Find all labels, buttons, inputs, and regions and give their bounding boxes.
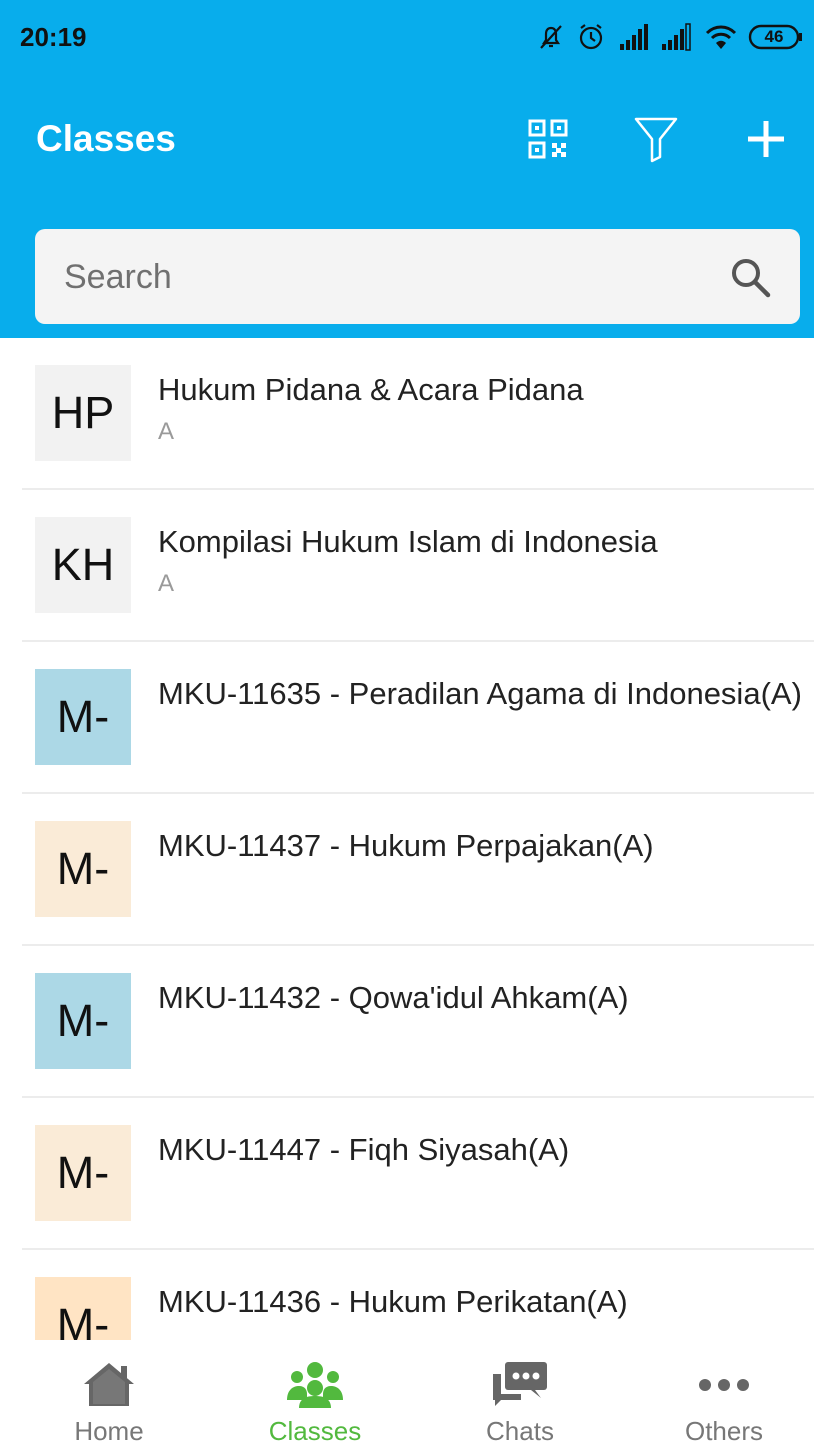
- class-avatar: HP: [35, 365, 131, 461]
- search-icon[interactable]: [728, 255, 772, 299]
- class-row[interactable]: M- MKU-11437 - Hukum Perpajakan(A): [0, 794, 814, 946]
- signal-icon: [620, 24, 648, 50]
- battery-level: 46: [764, 27, 784, 46]
- signal-2-icon: [662, 23, 691, 51]
- tab-classes[interactable]: Classes: [213, 1340, 417, 1446]
- class-title: Kompilasi Hukum Islam di Indonesia: [158, 524, 658, 559]
- search-input[interactable]: [62, 249, 706, 305]
- status-icons: 46: [536, 22, 806, 52]
- qr-code-icon[interactable]: [524, 115, 572, 163]
- class-title: MKU-11436 - Hukum Perikatan(A): [158, 1284, 628, 1319]
- class-avatar: KH: [35, 517, 131, 613]
- class-row[interactable]: KH Kompilasi Hukum Islam di Indonesia A: [0, 490, 814, 642]
- tab-chats[interactable]: Chats: [418, 1340, 622, 1446]
- class-title: MKU-11447 - Fiqh Siyasah(A): [158, 1132, 570, 1167]
- wifi-icon: [705, 25, 737, 49]
- tab-others[interactable]: Others: [622, 1340, 814, 1446]
- tab-home[interactable]: Home: [7, 1340, 211, 1446]
- classes-icon: [287, 1362, 343, 1408]
- notifications-off-icon: [540, 25, 562, 49]
- bottom-tab-bar: Home Classes Chats Others: [0, 1340, 814, 1446]
- app-header: 20:19 46 Classes Search: [0, 0, 814, 338]
- alarm-icon: [579, 24, 603, 50]
- class-avatar: M-: [35, 973, 131, 1069]
- status-time: 20:19: [20, 22, 87, 52]
- class-title: MKU-11437 - Hukum Perpajakan(A): [158, 828, 654, 863]
- status-bar: 20:19 46: [0, 0, 814, 76]
- search-bar: [35, 229, 800, 324]
- tab-classes-label: Classes: [268, 1416, 362, 1446]
- add-class-icon[interactable]: [742, 115, 790, 163]
- class-row[interactable]: HP Hukum Pidana & Acara Pidana A: [0, 338, 814, 490]
- class-title: MKU-11432 - Qowa'idul Ahkam(A): [158, 980, 629, 1015]
- class-row[interactable]: M- MKU-11635 - Peradilan Agama di Indone…: [0, 642, 814, 794]
- more-icon: [699, 1379, 749, 1391]
- tab-chats-label: Chats: [486, 1416, 554, 1446]
- home-icon: [84, 1363, 134, 1406]
- class-row[interactable]: M- MKU-11432 - Qowa'idul Ahkam(A): [0, 946, 814, 1098]
- chats-icon: [493, 1362, 547, 1406]
- class-section: A: [158, 418, 175, 445]
- class-avatar: M-: [35, 1277, 131, 1340]
- tab-others-label: Others: [684, 1416, 764, 1446]
- class-section: A: [158, 570, 175, 597]
- page-title: Classes: [36, 118, 176, 159]
- filter-icon[interactable]: [632, 115, 680, 163]
- class-title: MKU-11635 - Peradilan Agama di Indonesia…: [158, 676, 802, 711]
- class-list: HP Hukum Pidana & Acara Pidana A KH Komp…: [0, 338, 814, 1340]
- class-avatar: M-: [35, 669, 131, 765]
- tab-home-label: Home: [74, 1416, 144, 1446]
- class-row[interactable]: M- MKU-11447 - Fiqh Siyasah(A): [0, 1098, 814, 1250]
- class-avatar: M-: [35, 1125, 131, 1221]
- class-title: Hukum Pidana & Acara Pidana: [158, 372, 584, 407]
- class-avatar: M-: [35, 821, 131, 917]
- class-row[interactable]: M- MKU-11436 - Hukum Perikatan(A): [0, 1250, 814, 1340]
